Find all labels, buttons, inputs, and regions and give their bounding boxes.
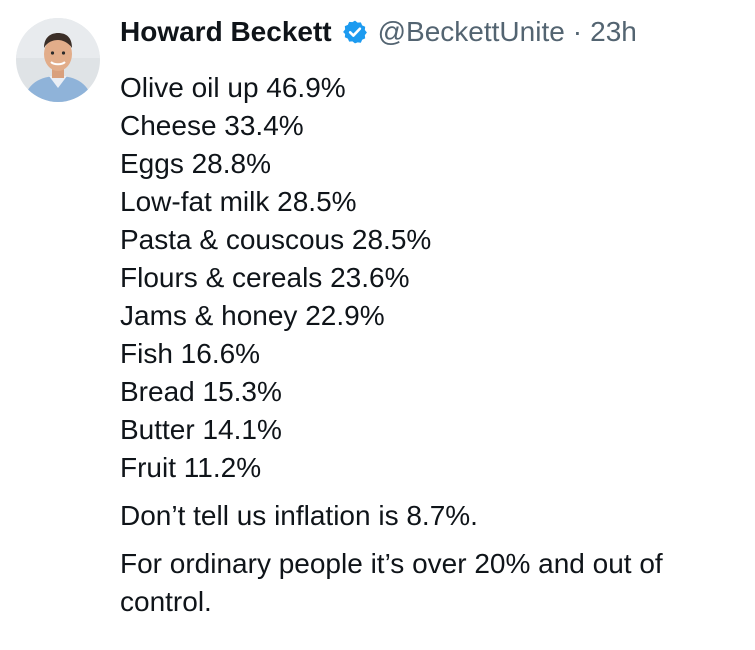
- price-line-jams-honey: Jams & honey 22.9%: [120, 300, 385, 331]
- tweet-text: Olive oil up 46.9% Cheese 33.4% Eggs 28.…: [120, 69, 745, 621]
- price-line-fruit: Fruit 11.2%: [120, 452, 262, 483]
- price-line-pasta-couscous: Pasta & couscous 28.5%: [120, 224, 432, 255]
- display-name[interactable]: Howard Beckett: [120, 16, 332, 48]
- price-line-fish: Fish 16.6%: [120, 338, 261, 369]
- price-line-olive-oil: Olive oil up 46.9%: [120, 72, 346, 103]
- price-line-eggs: Eggs 28.8%: [120, 148, 271, 179]
- tweet-paragraph-inflation: Don’t tell us inflation is 8.7%.: [120, 500, 478, 531]
- price-line-bread: Bread 15.3%: [120, 376, 282, 407]
- price-line-flours-cereals: Flours & cereals 23.6%: [120, 262, 410, 293]
- tweet-paragraph-ordinary-people: For ordinary people it’s over 20% and ou…: [120, 548, 663, 617]
- verified-badge-icon[interactable]: [342, 19, 368, 45]
- avatar[interactable]: [16, 18, 100, 102]
- separator-dot: ·: [572, 16, 583, 47]
- tweet-header: Howard Beckett @BeckettUnite · 23h: [120, 12, 637, 52]
- price-line-low-fat-milk: Low-fat milk 28.5%: [120, 186, 357, 217]
- tweet: Howard Beckett @BeckettUnite · 23h Olive…: [0, 0, 755, 650]
- avatar-photo: [16, 18, 100, 102]
- timestamp[interactable]: 23h: [590, 16, 637, 48]
- price-line-cheese: Cheese 33.4%: [120, 110, 304, 141]
- user-handle[interactable]: @BeckettUnite: [378, 16, 565, 48]
- price-line-butter: Butter 14.1%: [120, 414, 282, 445]
